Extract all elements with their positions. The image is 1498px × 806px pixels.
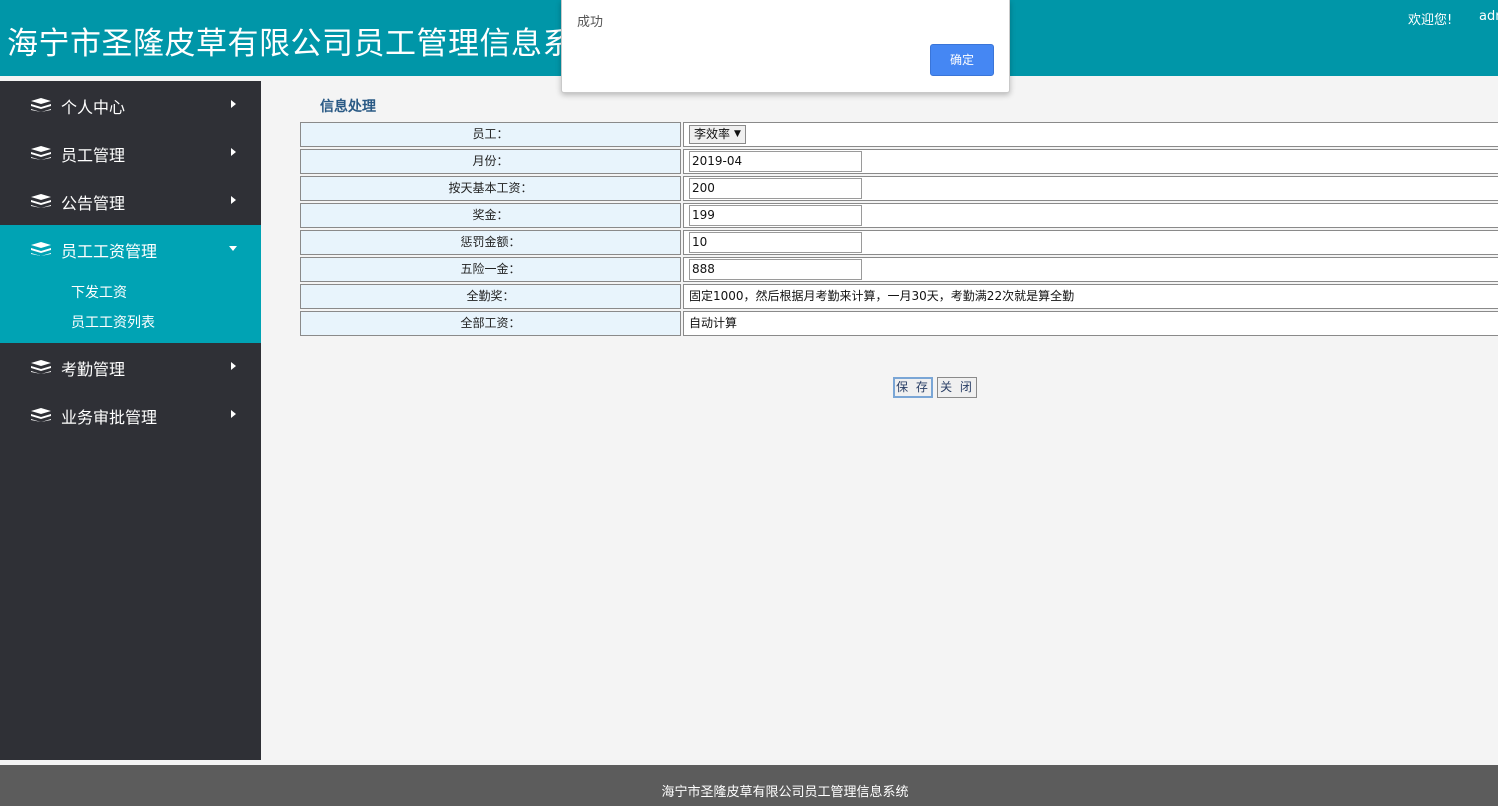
sidebar-item-label: 个人中心 [61, 98, 126, 117]
layers-icon [31, 242, 51, 256]
field-value-cell: 10 [683, 230, 1498, 255]
field-value-cell: 199 [683, 203, 1498, 228]
form-row-penalty: 惩罚金额： 10 [300, 230, 1498, 257]
field-label: 月份： [300, 149, 681, 174]
dialog-ok-button[interactable]: 确定 [930, 44, 994, 76]
field-value-cell: 888 [683, 257, 1498, 282]
field-value-cell: 2019-04 [683, 149, 1498, 174]
caret-right-icon [231, 100, 236, 108]
caret-down-icon [229, 246, 237, 251]
form-row-daily-base-salary: 按天基本工资： 200 [300, 176, 1498, 203]
attendance-bonus-note: 固定1000，然后根据月考勤来计算，一月30天，考勤满22次就是算全勤 [689, 289, 1075, 303]
field-label: 全部工资： [300, 311, 681, 336]
field-label: 奖金： [300, 203, 681, 228]
sidebar-item-label: 考勤管理 [61, 360, 126, 379]
layers-icon [31, 194, 51, 208]
form-row-bonus: 奖金： 199 [300, 203, 1498, 230]
section-title: 信息处理 [320, 99, 376, 115]
layers-icon [31, 360, 51, 374]
form-row-attendance-bonus: 全勤奖： 固定1000，然后根据月考勤来计算，一月30天，考勤满22次就是算全勤 [300, 284, 1498, 311]
field-value-cell: 200 [683, 176, 1498, 201]
dialog-message: 成功 [577, 15, 604, 30]
field-value-cell: 固定1000，然后根据月考勤来计算，一月30天，考勤满22次就是算全勤 [683, 284, 1498, 309]
username-link[interactable]: admin [1479, 9, 1498, 24]
insurance-input[interactable]: 888 [689, 259, 862, 280]
footer-text: 海宁市圣隆皮草有限公司员工管理信息系统 [661, 785, 909, 800]
salary-submenu: 下发工资 员工工资列表 [0, 273, 261, 343]
alert-dialog: 成功 确定 [561, 0, 1010, 93]
form-row-employee: 员工： 李效率 ▼ [300, 122, 1498, 149]
sidebar-item-announcement-management[interactable]: 公告管理 [0, 177, 261, 225]
sidebar-item-attendance-management[interactable]: 考勤管理 [0, 343, 261, 391]
layers-icon [31, 98, 51, 112]
field-label: 全勤奖： [300, 284, 681, 309]
close-button[interactable]: 关 闭 [937, 377, 977, 398]
form-row-total-salary: 全部工资： 自动计算 [300, 311, 1498, 338]
sidebar: 个人中心 员工管理 公告管理 员工工资管理 下发工资 员工工资列表 考勤管理 业… [0, 81, 261, 760]
field-value-cell: 自动计算 [683, 311, 1498, 336]
sidebar-item-label: 公告管理 [61, 194, 126, 213]
month-input[interactable]: 2019-04 [689, 151, 862, 172]
employee-select-value: 李效率 [694, 127, 731, 141]
sidebar-item-approval-management[interactable]: 业务审批管理 [0, 391, 261, 439]
employee-select[interactable]: 李效率 ▼ [689, 125, 746, 144]
sidebar-item-salary-management[interactable]: 员工工资管理 [0, 225, 261, 273]
penalty-input[interactable]: 10 [689, 232, 862, 253]
app-title: 海宁市圣隆皮草有限公司员工管理信息系统 [7, 26, 606, 62]
form-row-insurance: 五险一金： 888 [300, 257, 1498, 284]
caret-right-icon [231, 148, 236, 156]
submenu-item-salary-list[interactable]: 员工工资列表 [0, 312, 261, 342]
sidebar-item-label: 业务审批管理 [61, 408, 158, 427]
field-label: 员工： [300, 122, 681, 147]
sidebar-item-label: 员工管理 [61, 146, 126, 165]
sidebar-item-personal-center[interactable]: 个人中心 [0, 81, 261, 129]
form-row-month: 月份： 2019-04 [300, 149, 1498, 176]
layers-icon [31, 146, 51, 160]
submenu-item-issue-salary[interactable]: 下发工资 [0, 282, 261, 312]
sidebar-item-label: 员工工资管理 [61, 242, 158, 261]
layers-icon [31, 408, 51, 422]
field-value-cell: 李效率 ▼ [683, 122, 1498, 147]
sidebar-item-employee-management[interactable]: 员工管理 [0, 129, 261, 177]
dropdown-arrow-icon: ▼ [734, 129, 741, 139]
caret-right-icon [231, 196, 236, 204]
caret-right-icon [231, 410, 236, 418]
caret-right-icon [231, 362, 236, 370]
field-label: 惩罚金额： [300, 230, 681, 255]
salary-form: 员工： 李效率 ▼ 月份： 2019-04 按天基本工资： 200 奖金： 19… [300, 122, 1498, 338]
bonus-input[interactable]: 199 [689, 205, 862, 226]
daily-base-salary-input[interactable]: 200 [689, 178, 862, 199]
welcome-text: 欢迎您! [1408, 13, 1453, 28]
total-salary-note: 自动计算 [689, 316, 738, 330]
field-label: 五险一金： [300, 257, 681, 282]
save-button[interactable]: 保 存 [893, 377, 933, 398]
field-label: 按天基本工资： [300, 176, 681, 201]
footer: 海宁市圣隆皮草有限公司员工管理信息系统 [0, 765, 1498, 806]
